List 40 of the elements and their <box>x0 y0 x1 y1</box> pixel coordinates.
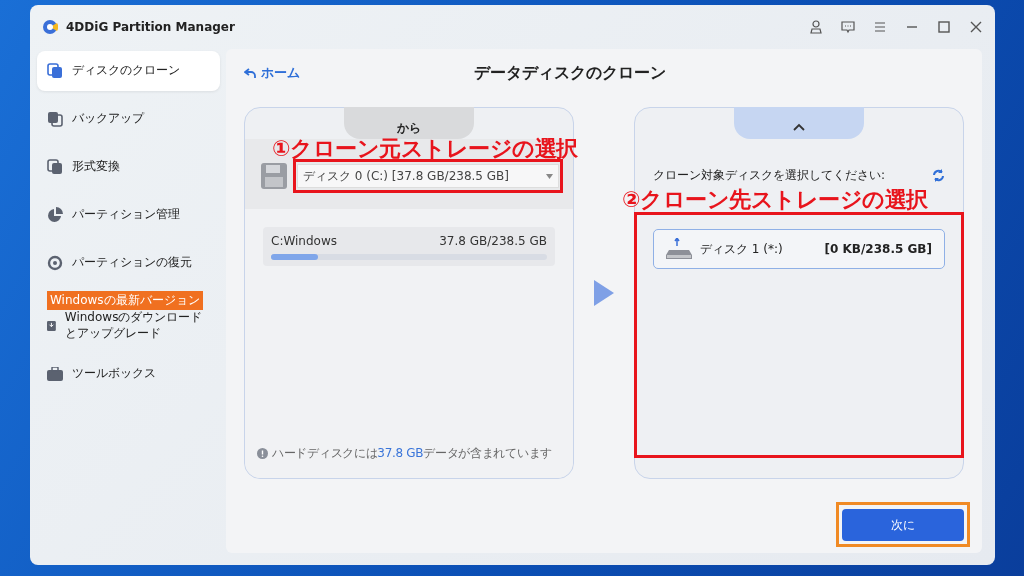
next-button[interactable]: 次に <box>842 509 964 541</box>
window-title: 4DDiG Partition Manager <box>66 20 235 34</box>
caret-icon <box>546 173 553 179</box>
copy-icon <box>47 63 63 79</box>
pie-chart-icon <box>47 207 63 223</box>
toolbox-icon <box>47 367 63 381</box>
info-icon <box>257 448 268 459</box>
data-size-note: ハードディスクには37.8 GBデータが含まれています <box>272 445 552 462</box>
backup-icon <box>47 111 63 127</box>
partition-size: 37.8 GB/238.5 GB <box>439 234 547 248</box>
usb-drive-icon <box>666 238 692 260</box>
disk-name: ディスク 1 (*:) <box>700 240 784 258</box>
arrow-icon <box>594 280 614 306</box>
sidebar-item[interactable]: バックアップ <box>37 99 220 139</box>
disk-size: [0 KB/238.5 GB] <box>824 242 932 256</box>
new-badge: Windowsの最新バージョン <box>47 291 203 310</box>
convert-icon <box>47 159 63 175</box>
feedback-icon[interactable] <box>841 20 855 34</box>
sidebar-item[interactable]: ツールボックス <box>37 354 220 394</box>
sidebar-item[interactable]: 形式変換 <box>37 147 220 187</box>
restore-icon <box>47 255 63 271</box>
target-prompt: クローン対象ディスクを選択してください: <box>653 167 886 184</box>
sidebar-item[interactable]: パーティション管理 <box>37 195 220 235</box>
refresh-icon[interactable] <box>932 169 945 182</box>
chevron-up-icon <box>793 123 805 131</box>
download-icon <box>47 318 56 334</box>
sidebar-item[interactable]: ディスクのクローン <box>37 51 220 91</box>
disk-item[interactable]: ディスク 1 (*:) [0 KB/238.5 GB] <box>653 229 945 269</box>
maximize-icon[interactable] <box>937 20 951 34</box>
sidebar-item[interactable]: パーティションの復元 <box>37 243 220 283</box>
partition-name: C:Windows <box>271 234 337 248</box>
menu-icon[interactable] <box>873 20 887 34</box>
source-disk-dropdown[interactable]: ディスク 0 (C:) [37.8 GB/238.5 GB] <box>297 164 559 188</box>
home-link[interactable]: ホーム <box>244 64 474 82</box>
close-icon[interactable] <box>969 20 983 34</box>
user-icon[interactable] <box>809 20 823 34</box>
page-title: データディスクのクローン <box>474 62 666 84</box>
app-logo-icon <box>42 19 58 35</box>
back-arrow-icon <box>244 67 256 79</box>
annotation-label: ②クローン先ストレージの選択 <box>622 186 928 214</box>
